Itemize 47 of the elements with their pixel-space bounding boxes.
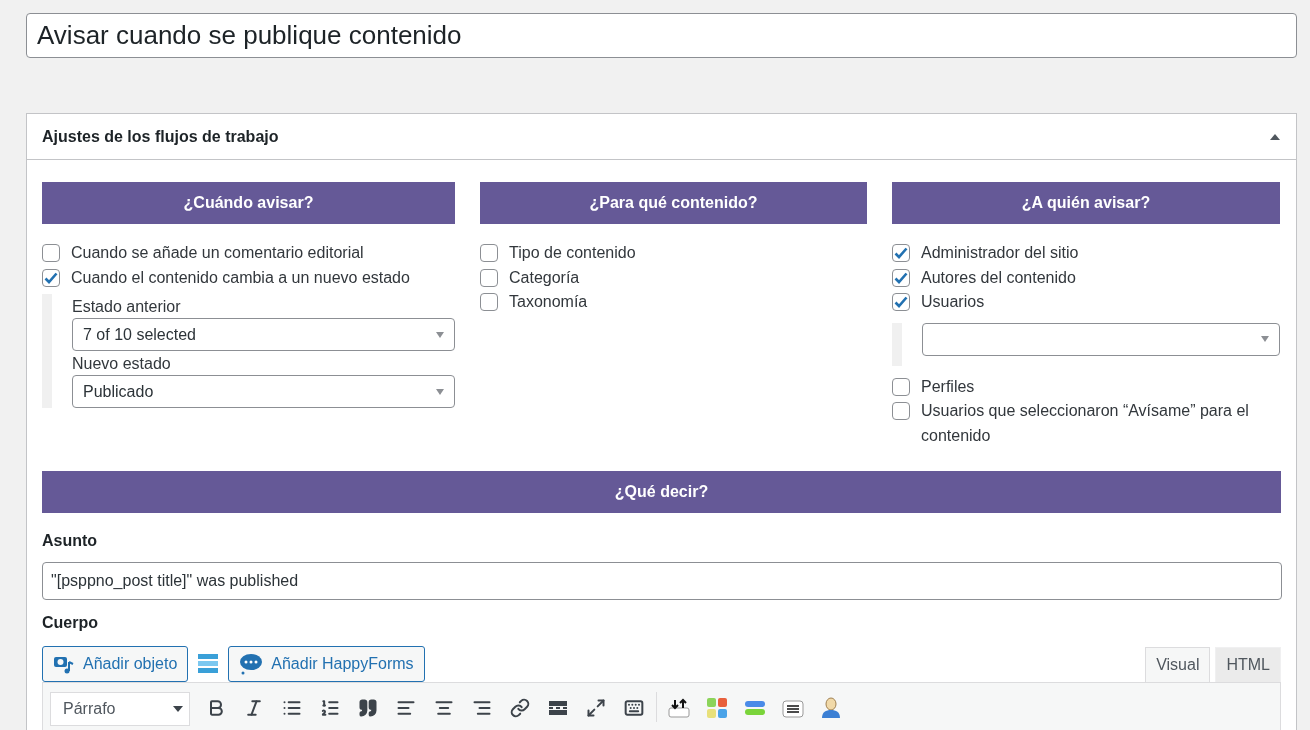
add-media-button[interactable]: Añadir objeto bbox=[42, 646, 189, 682]
checkbox-label: Tipo de contenido bbox=[509, 243, 636, 263]
checkbox[interactable] bbox=[892, 377, 910, 396]
stacked-bars-icon[interactable] bbox=[198, 653, 219, 675]
checkbox-label: Taxonomía bbox=[509, 292, 588, 312]
checkbox[interactable] bbox=[892, 402, 910, 420]
format-select[interactable]: Párrafo bbox=[50, 692, 190, 726]
users-select[interactable] bbox=[922, 322, 1280, 356]
section-heading: ¿Cuándo avisar? bbox=[42, 182, 455, 224]
checkbox-label: Usuarios bbox=[921, 292, 985, 312]
speech-bubble-icon bbox=[239, 653, 264, 675]
section-heading: ¿Para qué contenido? bbox=[480, 182, 867, 224]
title-field[interactable]: Avisar cuando se publique contenido bbox=[26, 13, 1297, 58]
panel-title: Ajustes de los flujos de trabajo bbox=[42, 127, 279, 146]
subject-field[interactable]: "[psppno_post title]" was published bbox=[42, 562, 1282, 600]
editor-tab[interactable]: HTML bbox=[1215, 647, 1281, 682]
field-label: Estado anterior bbox=[72, 297, 182, 317]
checkbox[interactable] bbox=[480, 293, 498, 311]
editor-tab[interactable]: Visual bbox=[1145, 647, 1211, 682]
collapse-arrow-icon[interactable] bbox=[1270, 133, 1280, 140]
dropdown-arrow-icon bbox=[1261, 336, 1269, 342]
checkbox-label: Administrador del sitio bbox=[921, 243, 1079, 263]
checkbox[interactable] bbox=[892, 268, 910, 287]
section-heading: ¿Qué decir? bbox=[42, 471, 1281, 513]
field-label: Nuevo estado bbox=[72, 354, 172, 374]
dropdown-arrow-icon bbox=[173, 706, 183, 712]
field-label: Cuerpo bbox=[42, 614, 99, 632]
checkbox-label: Cuando se añade un comentario editorial bbox=[71, 243, 364, 263]
camera-music-icon bbox=[53, 654, 75, 674]
dropdown-arrow-icon bbox=[436, 331, 444, 338]
dropdown-arrow-icon bbox=[436, 388, 444, 395]
checkbox[interactable] bbox=[42, 268, 60, 287]
checkbox-label: Usuarios que seleccionaron “Avísame” para el contenido bbox=[921, 401, 1250, 446]
checkbox[interactable] bbox=[480, 244, 498, 262]
field-label: Asunto bbox=[42, 532, 99, 550]
checkbox-label: Perfiles bbox=[921, 376, 975, 397]
checkbox[interactable] bbox=[892, 244, 910, 262]
checkbox-label: Autores del contenido bbox=[921, 267, 1076, 288]
section-heading: ¿A quién avisar? bbox=[892, 182, 1280, 224]
checkbox[interactable] bbox=[480, 268, 498, 287]
new-status-select[interactable]: Publicado bbox=[72, 375, 455, 408]
checkbox-label: Cuando el contenido cambia a un nuevo estado bbox=[71, 267, 410, 288]
add-forms-button[interactable]: Añadir HappyForms bbox=[228, 646, 425, 682]
checkbox[interactable] bbox=[892, 293, 910, 311]
checkbox-label: Categoría bbox=[509, 267, 580, 288]
checkbox[interactable] bbox=[42, 244, 60, 262]
previous-status-select[interactable]: 7 of 10 selected bbox=[72, 318, 455, 351]
